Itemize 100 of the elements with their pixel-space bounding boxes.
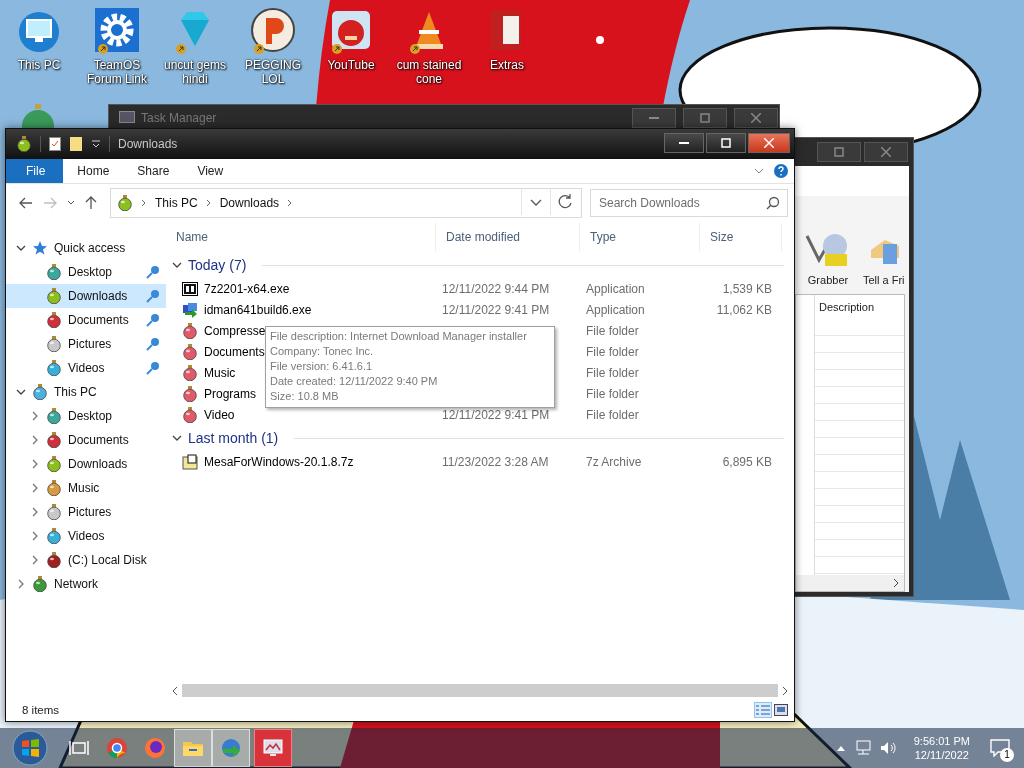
file-name[interactable]: idman641build6.exe: [204, 302, 312, 317]
desktop-icon-label[interactable]: cum stained cone: [390, 58, 468, 86]
expand-chevron-icon[interactable]: [30, 411, 40, 421]
group-header[interactable]: Today (7): [188, 257, 247, 273]
dropdown-icon[interactable]: [91, 139, 101, 149]
windows-logo-icon: [12, 730, 48, 766]
toolbar-button[interactable]: Tell a Fri: [863, 230, 905, 286]
collapse-chevron-icon[interactable]: [172, 433, 182, 443]
file-name[interactable]: Programs: [204, 386, 256, 401]
notifications-button[interactable]: 1: [986, 734, 1014, 762]
thumbnails-view-button[interactable]: [772, 702, 790, 718]
expand-ribbon-icon[interactable]: [754, 167, 764, 175]
file-name[interactable]: Compresse: [204, 323, 266, 338]
speech-bubble-icon: [990, 739, 1010, 757]
thumbnail-icon: [774, 704, 788, 716]
column-header[interactable]: Type: [580, 223, 700, 251]
date-cell: 12/11/2022 9:41 PM: [442, 302, 550, 317]
file-name[interactable]: MesaForWindows-20.1.8.7z: [204, 454, 354, 469]
ornament-icon: [46, 480, 62, 496]
address-bar[interactable]: This PC Downloads: [110, 188, 582, 218]
expand-chevron-icon[interactable]: [30, 531, 40, 541]
expand-chevron-icon[interactable]: [30, 483, 40, 493]
monitor-chart-icon: [119, 111, 135, 125]
type-cell: File folder: [586, 344, 639, 359]
collapse-chevron-icon[interactable]: [16, 387, 26, 397]
breadcrumb[interactable]: This PC: [155, 196, 198, 210]
desktop-icon-label[interactable]: Extras: [490, 58, 524, 72]
file-name[interactable]: Music: [204, 365, 236, 380]
scroll-right-icon[interactable]: [780, 685, 790, 696]
ribbon-tab[interactable]: File: [6, 159, 64, 183]
ornament-icon: [46, 408, 62, 424]
ornament-icon: [46, 264, 62, 280]
nav-item[interactable]: Music: [6, 476, 166, 500]
expand-chevron-icon[interactable]: [30, 507, 40, 517]
archive-icon: [182, 453, 198, 470]
column-header[interactable]: Name: [166, 223, 436, 251]
ribbon-tab[interactable]: Home: [63, 159, 124, 183]
volume-icon[interactable]: [879, 740, 898, 756]
file-name[interactable]: Video: [204, 407, 235, 422]
caret-icon: [67, 200, 75, 206]
close-button[interactable]: [734, 108, 778, 128]
ribbon-tab[interactable]: Share: [123, 159, 184, 183]
network-icon[interactable]: [853, 740, 872, 756]
expand-chevron-icon[interactable]: [30, 459, 40, 469]
tooltip-line: File description: Internet Download Manager installer: [270, 329, 528, 344]
nav-item[interactable]: Pictures: [6, 332, 166, 356]
expand-chevron-icon[interactable]: [16, 579, 26, 589]
gear-icon[interactable]: [93, 6, 141, 54]
scrollbar-thumb[interactable]: [182, 684, 778, 697]
round-badge-icon[interactable]: [249, 6, 297, 54]
collapse-chevron-icon[interactable]: [172, 260, 182, 270]
close-button[interactable]: [748, 133, 790, 153]
nav-item[interactable]: Videos: [6, 356, 166, 380]
toolbar-button[interactable]: Grabber: [803, 230, 853, 286]
details-list-icon: [756, 704, 770, 716]
maximize-button[interactable]: [706, 133, 746, 153]
clock[interactable]: 9:56:01 PM 12/11/2022: [905, 734, 978, 762]
ornament-icon: [117, 195, 133, 211]
help-icon[interactable]: [774, 164, 788, 178]
column-header[interactable]: Size: [700, 223, 782, 251]
group-header[interactable]: Last month (1): [188, 430, 279, 446]
nav-item[interactable]: Downloads: [6, 284, 166, 308]
nav-item[interactable]: Desktop: [6, 404, 166, 428]
expand-chevron-icon[interactable]: [30, 555, 40, 565]
nav-item[interactable]: Videos: [6, 524, 166, 548]
search-field[interactable]: Search Downloads: [590, 189, 788, 217]
ornament-icon[interactable]: [20, 104, 56, 128]
close-button[interactable]: [864, 142, 908, 162]
ornament-icon: [182, 364, 198, 381]
nav-item[interactable]: Downloads: [6, 452, 166, 476]
show-hidden-icons-icon[interactable]: [835, 744, 846, 752]
nav-item[interactable]: Desktop: [6, 260, 166, 284]
minimize-button[interactable]: [664, 133, 704, 153]
folder-icon[interactable]: [69, 136, 83, 152]
column-header[interactable]: Date modified: [436, 223, 580, 251]
ornament-icon: [46, 504, 62, 520]
file-name[interactable]: Documents: [204, 344, 265, 359]
nav-item[interactable]: This PC: [6, 380, 166, 404]
breadcrumb[interactable]: Downloads: [219, 196, 280, 210]
nav-item[interactable]: Quick access: [6, 236, 166, 260]
scroll-right-icon[interactable]: [892, 578, 900, 588]
search-icon[interactable]: [766, 196, 780, 210]
maximize-icon: [721, 138, 731, 148]
collapse-chevron-icon[interactable]: [16, 243, 26, 253]
nav-item[interactable]: Documents: [6, 308, 166, 332]
breadcrumb-chevron-icon: [141, 199, 147, 207]
scroll-left-icon[interactable]: [170, 685, 180, 696]
tooltip-line: Date created: 12/11/2022 9:40 PM: [270, 374, 439, 389]
expand-chevron-icon[interactable]: [30, 435, 40, 445]
ribbon-tab[interactable]: View: [183, 159, 238, 183]
forward-arrow-icon: [43, 197, 57, 209]
back-arrow-icon: [19, 197, 33, 209]
window-title: Downloads: [118, 137, 179, 151]
nav-item[interactable]: (C:) Local Disk: [6, 548, 166, 572]
file-name[interactable]: 7z2201-x64.exe: [204, 281, 290, 296]
nav-item[interactable]: Network: [6, 572, 166, 596]
nav-item[interactable]: Documents: [6, 428, 166, 452]
desktop-icon-label[interactable]: YouTube: [327, 58, 375, 72]
properties-icon[interactable]: [49, 137, 61, 151]
nav-item[interactable]: Pictures: [6, 500, 166, 524]
